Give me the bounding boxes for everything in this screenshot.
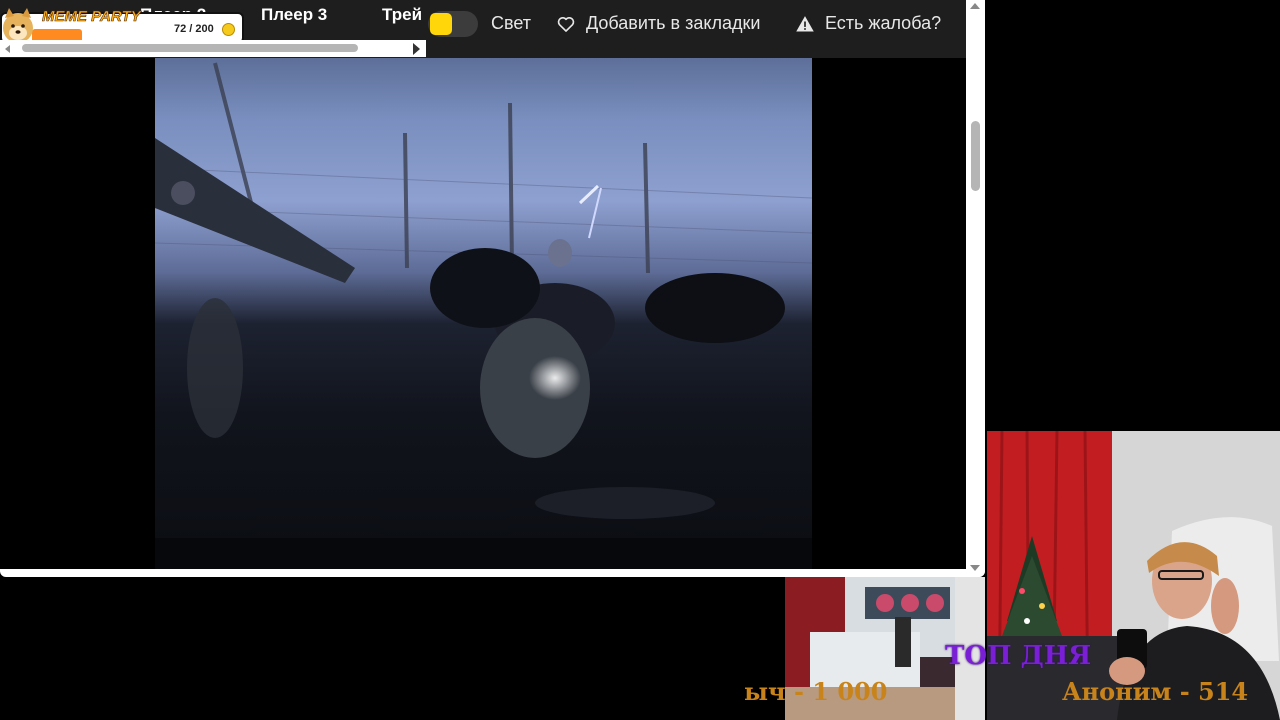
video-scene — [155, 62, 812, 569]
bookmark-label: Добавить в закладки — [586, 13, 761, 33]
light-label-text: Свет — [491, 13, 532, 33]
vertical-scrollbar-thumb[interactable] — [971, 121, 980, 191]
horizontal-scrollbar-thumb[interactable] — [22, 44, 358, 52]
vertical-scrollbar[interactable] — [966, 0, 985, 577]
screen: Плеер 2 Плеер 3 Трей Свет Добавить в зак… — [0, 0, 1280, 720]
light-toggle-knob — [430, 13, 452, 35]
bookmark-button[interactable]: Добавить в закладки — [556, 13, 760, 34]
scroll-up-arrow-icon[interactable] — [970, 3, 980, 9]
coin-icon — [222, 23, 235, 36]
complaint-label: Есть жалоба? — [825, 13, 942, 33]
warning-icon — [796, 15, 814, 31]
donor-entry: Аноним - 514 — [1062, 677, 1249, 706]
video-player[interactable] — [0, 58, 966, 569]
meme-party-title: MEME PARTY — [42, 8, 141, 26]
tab-trailer[interactable]: Трей — [382, 5, 422, 25]
light-label[interactable]: Свет — [491, 13, 531, 34]
tab-player-3[interactable]: Плеер 3 — [261, 5, 327, 25]
scroll-left-arrow-icon[interactable] — [5, 45, 10, 53]
scroll-down-arrow-icon[interactable] — [970, 565, 980, 571]
top-of-day-label: ТОП ДНЯ — [945, 641, 1092, 671]
donor-entry: ыч - 1 000 — [744, 677, 888, 706]
heart-icon — [557, 16, 575, 32]
horizontal-scrollbar[interactable] — [0, 40, 426, 57]
complaint-button[interactable]: Есть жалоба? — [795, 13, 941, 34]
browser-window: Плеер 2 Плеер 3 Трей Свет Добавить в зак… — [0, 0, 985, 577]
light-toggle[interactable] — [428, 11, 478, 37]
meme-counter: 72 / 200 — [174, 23, 214, 35]
video-frame[interactable] — [155, 58, 812, 569]
scroll-right-arrow-icon[interactable] — [413, 43, 420, 55]
